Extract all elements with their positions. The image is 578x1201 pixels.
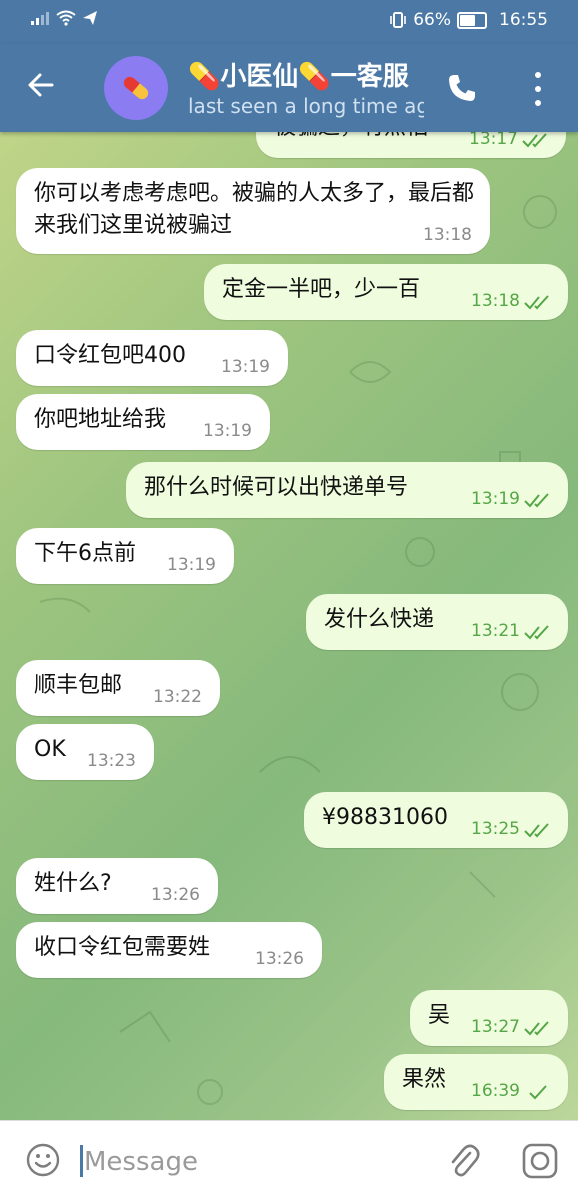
- message-text: 你吧地址给我: [34, 407, 167, 432]
- message-time: 13:18: [423, 225, 472, 245]
- avatar[interactable]: [104, 56, 168, 120]
- message-text: 口令红包吧400: [34, 343, 186, 368]
- double-check-icon: [524, 1021, 549, 1036]
- clock: 16:55: [499, 10, 548, 30]
- message-input[interactable]: [82, 1143, 426, 1181]
- message-time: 13:26: [255, 949, 304, 969]
- message-text: 那什么时候可以出快递单号: [144, 475, 409, 500]
- status-left: [30, 10, 98, 26]
- message-time: 13:26: [151, 885, 200, 905]
- message-bubble-incoming[interactable]: 口令红包吧400 13:19: [16, 330, 288, 386]
- double-check-icon: [524, 625, 549, 640]
- pill-icon: [123, 76, 149, 100]
- message-bubble-incoming[interactable]: OK 13:23: [16, 724, 154, 780]
- message-text: 定金一半吧，少一百: [222, 277, 421, 302]
- message-bubble-incoming[interactable]: 顺丰包邮 13:22: [16, 660, 220, 716]
- message-text: 顺丰包邮: [34, 673, 123, 698]
- battery-icon: [457, 11, 487, 29]
- battery-percent: 66%: [413, 10, 451, 30]
- phone-call-icon[interactable]: [446, 72, 478, 104]
- message-time: 13:19: [203, 421, 252, 441]
- chat-area: 被骗过，有点怕 13:17 你可以考虑考虑吧。被骗的人太多了，最后都来我们这里说…: [0, 132, 578, 1120]
- wifi-icon: [56, 10, 76, 26]
- last-seen-status: last seen a long time ago: [188, 94, 424, 118]
- message-text: 姓什么?: [34, 871, 112, 896]
- message-bubble-incoming[interactable]: 下午6点前 13:19: [16, 528, 234, 584]
- status-bar: 66% 16:55: [0, 0, 578, 44]
- back-arrow-icon[interactable]: [26, 70, 56, 105]
- message-bubble-incoming[interactable]: 收口令红包需要姓 13:26: [16, 922, 322, 978]
- double-check-icon: [524, 493, 549, 508]
- message-time: 13:22: [153, 687, 202, 707]
- message-time: 16:39: [471, 1081, 520, 1101]
- camera-icon[interactable]: [522, 1143, 558, 1179]
- message-bubble-incoming[interactable]: 你可以考虑考虑吧。被骗的人太多了，最后都来我们这里说被骗过 13:18: [16, 168, 490, 254]
- message-bubble-incoming[interactable]: 你吧地址给我 13:19: [16, 394, 270, 450]
- chat-title[interactable]: 💊小医仙💊一客服: [188, 56, 424, 93]
- message-bubble-outgoing[interactable]: 发什么快递 13:21: [306, 594, 568, 650]
- message-time: 13:25: [471, 819, 520, 839]
- message-text: 收口令红包需要姓: [34, 935, 211, 960]
- message-time: 13:19: [167, 555, 216, 575]
- message-bubble-outgoing[interactable]: 吴 13:27: [410, 990, 568, 1046]
- message-text: 你可以考虑考虑吧。被骗的人太多了，最后都来我们这里说被骗过: [34, 181, 475, 238]
- signal-icon: [31, 12, 49, 25]
- message-bubble-outgoing[interactable]: 果然 16:39: [384, 1054, 568, 1110]
- message-text: 下午6点前: [34, 541, 136, 566]
- message-text: ¥98831060: [322, 805, 448, 830]
- message-bubble-outgoing[interactable]: 定金一半吧，少一百 13:18: [204, 264, 568, 320]
- double-check-icon: [522, 133, 547, 148]
- double-check-icon: [524, 823, 549, 838]
- message-time: 13:18: [471, 291, 520, 311]
- single-check-icon: [529, 1085, 547, 1100]
- more-options-icon[interactable]: [530, 72, 546, 106]
- message-text: 发什么快递: [324, 607, 435, 632]
- message-time: 13:19: [221, 357, 270, 377]
- vibrate-icon: [390, 12, 407, 28]
- double-check-icon: [524, 295, 549, 310]
- chat-header: 💊小医仙💊一客服 last seen a long time ago: [0, 44, 578, 132]
- message-text: OK: [34, 737, 66, 762]
- message-text: 被骗过，有点怕: [274, 132, 428, 140]
- message-time: 13:21: [471, 621, 520, 641]
- message-time: 13:17: [469, 132, 518, 149]
- message-time: 13:23: [87, 751, 136, 771]
- message-time: 13:19: [471, 489, 520, 509]
- paperclip-icon[interactable]: [446, 1143, 480, 1179]
- message-bubble-outgoing[interactable]: 被骗过，有点怕 13:17: [256, 132, 566, 158]
- message-text: 果然: [402, 1067, 447, 1092]
- send-arrow-icon: [83, 11, 97, 25]
- message-bubble-incoming[interactable]: 姓什么? 13:26: [16, 858, 218, 914]
- status-right: 66% 16:55: [389, 10, 548, 30]
- message-text: 吴: [428, 1003, 451, 1028]
- message-bubble-outgoing[interactable]: 那什么时候可以出快递单号 13:19: [126, 462, 568, 518]
- message-composer: [0, 1120, 578, 1201]
- message-bubble-outgoing[interactable]: ¥98831060 13:25: [304, 792, 568, 848]
- message-time: 13:27: [471, 1017, 520, 1037]
- emoji-icon[interactable]: [26, 1143, 60, 1177]
